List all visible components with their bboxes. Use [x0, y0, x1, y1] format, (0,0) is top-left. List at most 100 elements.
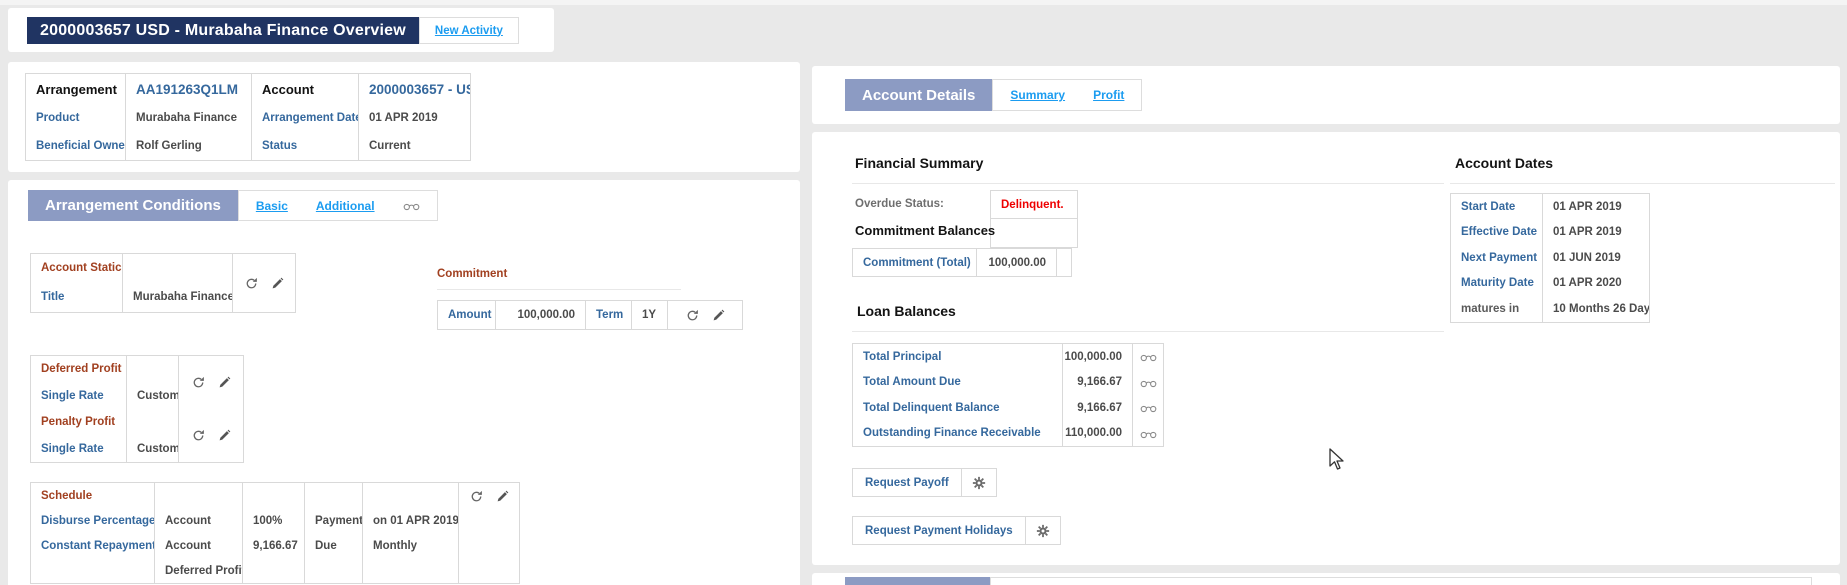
binoculars-icon[interactable]	[1140, 377, 1157, 388]
total-amount-due-value: 9,166.67	[1063, 369, 1133, 395]
empty-cell	[305, 558, 363, 583]
arrangement-id[interactable]: AA191263Q1LM	[126, 74, 252, 104]
top-strip	[0, 0, 1847, 5]
effective-date-value: 01 APR 2019	[1543, 219, 1649, 245]
next-section-tabs-box	[990, 577, 1812, 585]
outstanding-finance-receivable-label: Outstanding Finance Receivable	[853, 420, 1063, 446]
refresh-icon[interactable]	[686, 309, 699, 322]
arrangement-summary-card: Arrangement AA191263Q1LM Account 2000003…	[8, 62, 800, 172]
total-principal-label: Total Principal	[853, 344, 1063, 369]
page-title: 2000003657 USD - Murabaha Finance Overvi…	[27, 17, 419, 44]
arrangement-summary-table: Arrangement AA191263Q1LM Account 2000003…	[25, 73, 471, 161]
account-static-group: Account Static	[31, 254, 123, 282]
empty-cell	[305, 483, 363, 508]
new-activity-link[interactable]: New Activity	[435, 25, 503, 37]
mouse-cursor	[1328, 448, 1346, 477]
divider	[437, 289, 681, 290]
schedule-actions	[459, 483, 519, 583]
account-dates-table: Start Date 01 APR 2019 Effective Date 01…	[1450, 193, 1650, 323]
schedule-cell: Due	[305, 533, 363, 558]
edit-pencil-icon[interactable]	[496, 490, 509, 503]
total-delinquent-balance-value: 9,166.67	[1063, 395, 1133, 420]
outstanding-finance-receivable-value: 110,000.00	[1063, 420, 1133, 446]
refresh-icon[interactable]	[192, 376, 205, 389]
term-value: 1Y	[632, 301, 668, 329]
binoculars-icon[interactable]	[1140, 402, 1157, 413]
commitment-total-table: Commitment (Total) 100,000.00	[852, 248, 1072, 277]
edit-pencil-icon[interactable]	[218, 429, 231, 442]
penalty-profit-actions	[179, 409, 243, 462]
schedule-cell: Account	[155, 533, 243, 558]
refresh-icon[interactable]	[245, 277, 258, 290]
maturity-date-label: Maturity Date	[1451, 270, 1543, 296]
deferred-profit-group: Deferred Profit	[31, 356, 127, 382]
balance-detail-cell	[1133, 369, 1163, 395]
schedule-cell: Deferred Profit	[155, 558, 243, 583]
new-activity-box: New Activity	[419, 17, 519, 44]
arrangement-conditions-title: Arrangement Conditions	[28, 190, 238, 221]
binoculars-icon[interactable]	[1140, 351, 1157, 362]
arrangement-date-label: Arrangement Date	[252, 104, 359, 132]
empty-cell	[243, 558, 305, 583]
beneficial-owner-label: Beneficial Owner	[26, 132, 126, 160]
next-payment-value: 01 JUN 2019	[1543, 245, 1649, 270]
schedule-cell: on 01 APR 2019	[363, 508, 459, 533]
balance-detail-cell	[1133, 344, 1163, 369]
app-viewport: 2000003657 USD - Murabaha Finance Overvi…	[0, 0, 1847, 585]
effective-date-label: Effective Date	[1451, 219, 1543, 245]
matures-in-value: 10 Months 26 Days	[1543, 296, 1649, 322]
edit-pencil-icon[interactable]	[271, 277, 284, 290]
gear-icon[interactable]	[1026, 517, 1060, 544]
arrangement-label: Arrangement	[26, 74, 126, 104]
edit-pencil-icon[interactable]	[218, 376, 231, 389]
account-details-tabs: Summary Profit	[992, 79, 1142, 111]
schedule-group: Schedule	[31, 483, 155, 508]
tab-summary[interactable]: Summary	[1010, 88, 1065, 102]
empty-cell	[991, 219, 1077, 247]
divider	[852, 183, 1444, 184]
title-card: 2000003657 USD - Murabaha Finance Overvi…	[8, 8, 554, 52]
arrangement-date-value: 01 APR 2019	[359, 104, 470, 132]
gear-icon[interactable]	[962, 469, 996, 496]
deferred-single-rate-value: Custom	[127, 382, 179, 409]
commitment-total-label: Commitment (Total)	[853, 249, 977, 276]
tab-profit[interactable]: Profit	[1093, 88, 1124, 102]
beneficial-owner-value: Rolf Gerling	[126, 132, 252, 160]
empty-cell	[363, 483, 459, 508]
account-dates-title: Account Dates	[1455, 155, 1553, 171]
binoculars-icon[interactable]	[1140, 428, 1157, 439]
deferred-profit-actions	[179, 356, 243, 409]
account-id[interactable]: 2000003657 - USD	[359, 74, 470, 104]
title-value: Murabaha Finance	[123, 282, 233, 312]
financial-summary-title: Financial Summary	[855, 155, 983, 171]
account-details-header: Account Details Summary Profit	[845, 79, 1142, 111]
schedule-cell: 100%	[243, 508, 305, 533]
amount-value: 100,000.00	[496, 301, 586, 329]
request-payoff-button[interactable]: Request Payoff	[852, 468, 997, 497]
commitment-table: Amount 100,000.00 Term 1Y	[437, 300, 743, 330]
tab-additional[interactable]: Additional	[316, 199, 375, 213]
account-details-title: Account Details	[845, 79, 992, 111]
overdue-status-box: Delinquent.	[990, 190, 1078, 248]
request-payment-holidays-button[interactable]: Request Payment Holidays	[852, 516, 1061, 545]
penalty-single-rate-label: Single Rate	[31, 435, 127, 462]
empty-cell	[127, 409, 179, 435]
profit-conditions-table: Deferred Profit Single Rate Custom Penal…	[30, 355, 244, 463]
refresh-icon[interactable]	[192, 429, 205, 442]
deferred-single-rate-label: Single Rate	[31, 382, 127, 409]
schedule-cell: 9,166.67	[243, 533, 305, 558]
binoculars-icon[interactable]	[403, 200, 420, 211]
total-delinquent-balance-label: Total Delinquent Balance	[853, 395, 1063, 420]
total-amount-due-label: Total Amount Due	[853, 369, 1063, 395]
commitment-actions	[668, 301, 742, 329]
next-section-header	[845, 577, 1812, 585]
edit-pencil-icon[interactable]	[712, 309, 725, 322]
account-details-body-card: Financial Summary Overdue Status: Delinq…	[812, 132, 1840, 565]
start-date-label: Start Date	[1451, 194, 1543, 219]
commitment-group-label: Commitment	[437, 268, 507, 280]
status-label: Status	[252, 132, 359, 160]
tab-basic[interactable]: Basic	[256, 199, 288, 213]
empty-cell	[123, 254, 233, 282]
refresh-icon[interactable]	[470, 490, 483, 503]
next-payment-label: Next Payment	[1451, 245, 1543, 270]
